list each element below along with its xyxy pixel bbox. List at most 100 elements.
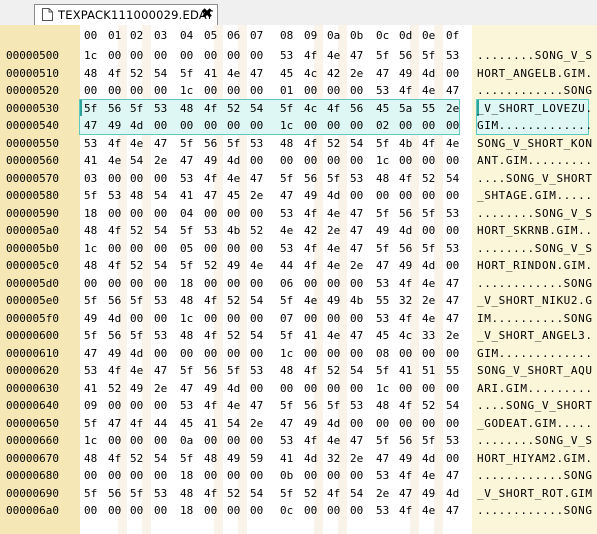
hex-byte[interactable]: 52 <box>130 452 143 465</box>
row-offset[interactable]: 00000580 <box>6 189 59 202</box>
hex-byte[interactable]: 52 <box>130 67 143 80</box>
hex-byte[interactable]: 00 <box>350 189 363 202</box>
hex-byte[interactable]: 00 <box>250 434 263 447</box>
ascii-text[interactable]: _GODEAT.GIM..... <box>477 417 593 430</box>
hex-byte[interactable]: 00 <box>154 119 167 132</box>
hex-byte[interactable]: 54 <box>250 294 263 307</box>
hex-byte[interactable]: 41 <box>84 154 97 167</box>
hex-byte[interactable]: 53 <box>376 277 389 290</box>
hex-byte[interactable]: 56 <box>204 137 217 150</box>
hex-byte[interactable]: 00 <box>327 277 340 290</box>
hex-byte[interactable]: 41 <box>204 67 217 80</box>
hex-byte[interactable]: 47 <box>399 487 412 500</box>
hex-byte[interactable]: 4d <box>422 452 435 465</box>
hex-byte[interactable]: 42 <box>327 67 340 80</box>
hex-byte[interactable]: 18 <box>180 469 193 482</box>
hex-byte[interactable]: 00 <box>250 312 263 325</box>
hex-byte[interactable]: 4f <box>304 49 317 62</box>
hex-byte[interactable]: 18 <box>84 207 97 220</box>
hex-byte[interactable]: 00 <box>130 207 143 220</box>
hex-byte[interactable]: 54 <box>154 259 167 272</box>
row-offset[interactable]: 000005b0 <box>6 242 59 255</box>
hex-byte[interactable]: 00 <box>204 207 217 220</box>
hex-byte[interactable]: 00 <box>399 382 412 395</box>
hex-byte[interactable]: 53 <box>376 504 389 517</box>
hex-byte[interactable]: 4b <box>227 224 240 237</box>
row-offset[interactable]: 000006a0 <box>6 504 59 517</box>
hex-byte[interactable]: 52 <box>304 487 317 500</box>
hex-byte[interactable]: 00 <box>204 504 217 517</box>
hex-byte[interactable]: 0b <box>280 469 293 482</box>
hex-byte[interactable]: 52 <box>422 172 435 185</box>
hex-byte[interactable]: 00 <box>227 277 240 290</box>
hex-byte[interactable]: 53 <box>84 364 97 377</box>
hex-byte[interactable]: 4f <box>327 102 340 115</box>
hex-byte[interactable]: 4f <box>108 137 121 150</box>
hex-byte[interactable]: 47 <box>446 294 459 307</box>
hex-byte[interactable]: 00 <box>446 119 459 132</box>
file-tab[interactable]: TEXPACK111000029.EDAT ✖ <box>34 4 218 25</box>
hex-byte[interactable]: 00 <box>280 382 293 395</box>
hex-byte[interactable]: 5f <box>376 364 389 377</box>
hex-byte[interactable]: 00 <box>204 242 217 255</box>
hex-byte[interactable]: 53 <box>280 49 293 62</box>
hex-byte[interactable]: 1c <box>280 347 293 360</box>
hex-byte[interactable]: 00 <box>227 504 240 517</box>
hex-byte[interactable]: 52 <box>227 487 240 500</box>
hex-byte[interactable]: 53 <box>446 207 459 220</box>
hex-byte[interactable]: 49 <box>399 259 412 272</box>
hex-byte[interactable]: 2e <box>154 154 167 167</box>
hex-byte[interactable]: 00 <box>327 84 340 97</box>
hex-byte[interactable]: 54 <box>446 172 459 185</box>
hex-byte[interactable]: 41 <box>304 329 317 342</box>
hex-byte[interactable]: 00 <box>154 399 167 412</box>
hex-byte[interactable]: 00 <box>130 277 143 290</box>
hex-byte[interactable]: 1c <box>180 84 193 97</box>
hex-byte[interactable]: 5f <box>84 189 97 202</box>
hex-byte[interactable]: 52 <box>130 259 143 272</box>
hex-byte[interactable]: 00 <box>154 312 167 325</box>
hex-byte[interactable]: 5f <box>280 329 293 342</box>
hex-byte[interactable]: 00 <box>399 417 412 430</box>
hex-byte[interactable]: 00 <box>327 119 340 132</box>
hex-byte[interactable]: 47 <box>84 347 97 360</box>
hex-byte[interactable]: 00 <box>250 49 263 62</box>
hex-byte[interactable]: 54 <box>446 399 459 412</box>
hex-byte[interactable]: 00 <box>130 312 143 325</box>
hex-byte[interactable]: 5f <box>422 242 435 255</box>
hex-byte[interactable]: 4f <box>204 399 217 412</box>
hex-byte[interactable]: 00 <box>130 242 143 255</box>
ascii-text[interactable]: ANT.GIM......... <box>477 154 593 167</box>
hex-byte[interactable]: 4d <box>327 189 340 202</box>
hex-byte[interactable]: 53 <box>376 469 389 482</box>
hex-byte[interactable]: 4e <box>327 434 340 447</box>
hex-byte[interactable]: 49 <box>304 189 317 202</box>
hex-byte[interactable]: 49 <box>108 347 121 360</box>
row-offset[interactable]: 00000590 <box>6 207 59 220</box>
hex-byte[interactable]: 1c <box>376 382 389 395</box>
hex-byte[interactable]: 4d <box>130 347 143 360</box>
hex-byte[interactable]: 56 <box>108 487 121 500</box>
hex-byte[interactable]: 47 <box>250 172 263 185</box>
hex-byte[interactable]: 48 <box>84 67 97 80</box>
hex-byte[interactable]: 00 <box>446 347 459 360</box>
ascii-text[interactable]: HORT_HIYAM2.GIM. <box>477 452 593 465</box>
hex-byte[interactable]: 5f <box>280 102 293 115</box>
hex-byte[interactable]: 1c <box>84 434 97 447</box>
row-offset[interactable]: 000005f0 <box>6 312 59 325</box>
hex-byte[interactable]: 4c <box>304 67 317 80</box>
hex-byte[interactable]: 4f <box>422 137 435 150</box>
hex-byte[interactable]: 54 <box>250 487 263 500</box>
hex-byte[interactable]: 48 <box>130 189 143 202</box>
hex-byte[interactable]: 4e <box>422 469 435 482</box>
hex-byte[interactable]: 00 <box>446 189 459 202</box>
hex-byte[interactable]: 4e <box>422 312 435 325</box>
hex-byte[interactable]: 00 <box>204 434 217 447</box>
hex-byte[interactable]: 49 <box>422 487 435 500</box>
row-offset[interactable]: 000005c0 <box>6 259 59 272</box>
hex-byte[interactable]: 4d <box>108 312 121 325</box>
hex-byte[interactable]: 4f <box>108 224 121 237</box>
hex-byte[interactable]: 00 <box>130 469 143 482</box>
hex-byte[interactable]: 52 <box>327 364 340 377</box>
hex-byte[interactable]: 45 <box>376 102 389 115</box>
